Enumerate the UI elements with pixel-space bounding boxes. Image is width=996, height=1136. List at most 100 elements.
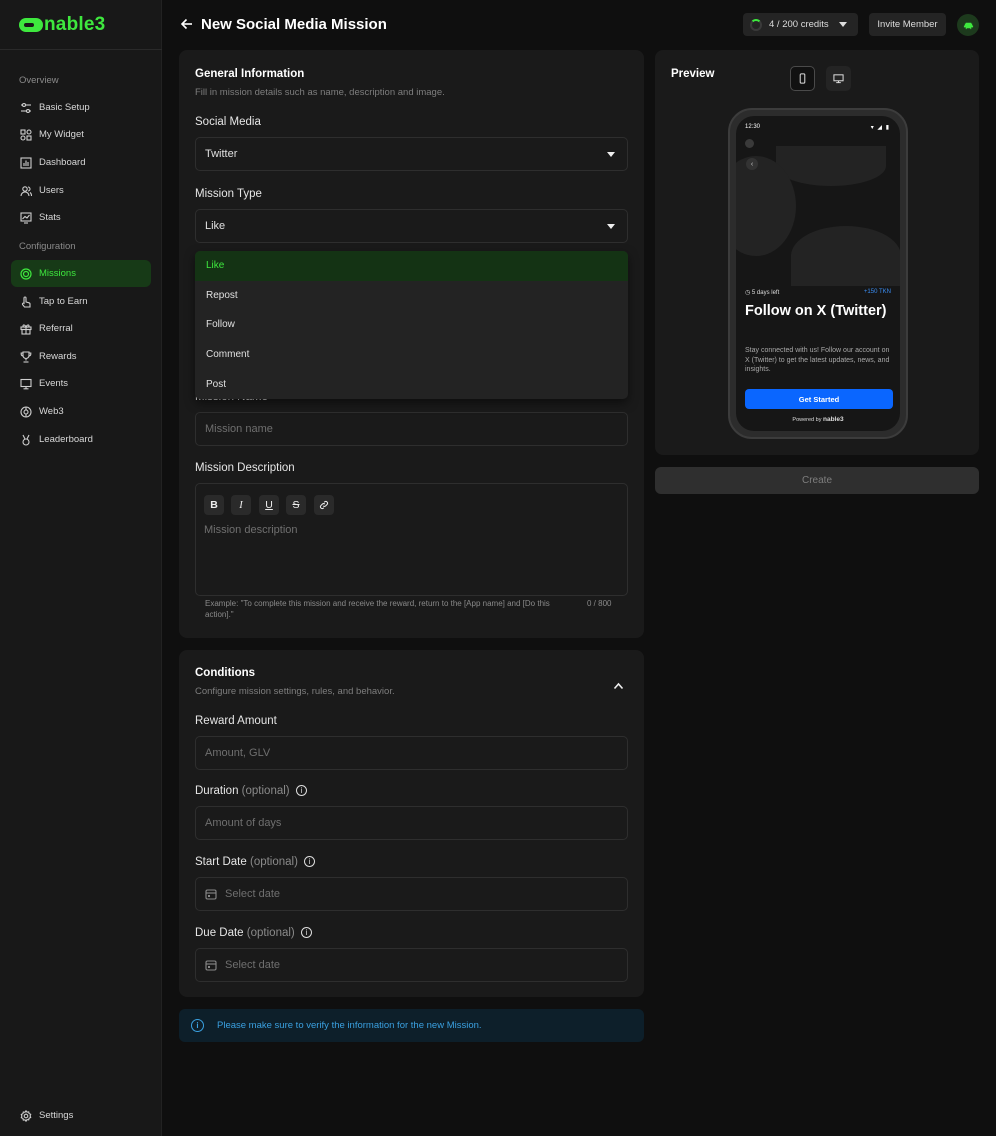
credits-dropdown[interactable]: 4 / 200 credits bbox=[743, 13, 858, 36]
chevron-up-icon[interactable] bbox=[613, 677, 624, 690]
general-information-subtitle: Fill in mission details such as name, de… bbox=[195, 87, 445, 98]
strikethrough-button[interactable]: S bbox=[286, 495, 306, 515]
mission-type-select[interactable]: Like bbox=[195, 209, 628, 243]
sidebar-item-label: Rewards bbox=[39, 351, 77, 362]
gear-icon bbox=[20, 1109, 32, 1122]
sidebar-item-missions[interactable]: Missions bbox=[11, 260, 151, 287]
optional-label: (optional) bbox=[246, 927, 295, 939]
social-media-select[interactable]: Twitter bbox=[195, 137, 628, 171]
sidebar-item-web3[interactable]: Web3 bbox=[11, 398, 151, 425]
page-title: New Social Media Mission bbox=[201, 16, 387, 33]
sidebar-item-my-widget[interactable]: My Widget bbox=[11, 121, 151, 148]
sidebar-item-leaderboard[interactable]: Leaderboard bbox=[11, 426, 151, 453]
reward-amount-label: Reward Amount bbox=[195, 715, 277, 727]
reward-amount-input[interactable]: Amount, GLV bbox=[195, 736, 628, 770]
invite-member-button[interactable]: Invite Member bbox=[869, 13, 946, 36]
sidebar-item-label: My Widget bbox=[39, 129, 84, 140]
conditions-title: Conditions bbox=[195, 667, 256, 679]
phone-mockup: 12:30 ▾ ◢ ▮ ‹ ◷ 5 days left +150 TKN Fol… bbox=[728, 108, 908, 439]
social-media-label: Social Media bbox=[195, 116, 261, 128]
duration-label-text: Duration bbox=[195, 785, 239, 797]
users-icon bbox=[20, 185, 32, 197]
duration-input[interactable]: Amount of days bbox=[195, 806, 628, 840]
phone-screen: 12:30 ▾ ◢ ▮ ‹ ◷ 5 days left +150 TKN Fol… bbox=[736, 116, 900, 431]
general-information-title: General Information bbox=[195, 68, 305, 80]
due-date-placeholder: Select date bbox=[225, 959, 281, 971]
sliders-icon bbox=[20, 102, 32, 114]
section-label-configuration: Configuration bbox=[19, 241, 76, 252]
mission-name-input[interactable]: Mission name bbox=[195, 412, 628, 446]
gift-icon bbox=[20, 323, 32, 335]
info-circle-icon: i bbox=[191, 1019, 204, 1032]
logo[interactable]: nable3 bbox=[19, 14, 105, 36]
start-date-label: Start Date (optional) i bbox=[195, 856, 316, 868]
credits-label: 4 / 200 credits bbox=[769, 19, 829, 30]
phone-reward: +150 TKN bbox=[863, 289, 891, 295]
phone-get-started-button: Get Started bbox=[745, 389, 893, 409]
dropdown-option-post[interactable]: Post bbox=[195, 369, 628, 399]
due-date-label: Due Date (optional) i bbox=[195, 927, 312, 939]
verify-notice: i Please make sure to verify the informa… bbox=[179, 1009, 644, 1042]
sidebar-item-referral[interactable]: Referral bbox=[11, 315, 151, 342]
sidebar-item-label: Web3 bbox=[39, 406, 64, 417]
notice-text: Please make sure to verify the informati… bbox=[217, 1020, 482, 1031]
mobile-view-button[interactable] bbox=[790, 66, 815, 91]
logo-text: nable3 bbox=[44, 14, 106, 35]
sidebar-item-stats[interactable]: Stats bbox=[11, 204, 151, 231]
sidebar-item-users[interactable]: Users bbox=[11, 177, 151, 204]
phone-time: 12:30 bbox=[745, 124, 761, 130]
start-date-label-text: Start Date bbox=[195, 856, 247, 868]
sidebar-item-events[interactable]: Events bbox=[11, 370, 151, 397]
dropdown-option-repost[interactable]: Repost bbox=[195, 281, 628, 311]
sidebar-item-tap-to-earn[interactable]: Tap to Earn bbox=[11, 288, 151, 315]
powered-by-brand: nable3 bbox=[822, 416, 844, 423]
sidebar-item-rewards[interactable]: Rewards bbox=[11, 343, 151, 370]
phone-powered-by: Powered by nable3 bbox=[736, 416, 900, 423]
avatar-icon bbox=[963, 22, 973, 29]
mission-description-editor[interactable]: B I U S Mission description bbox=[195, 483, 628, 596]
info-icon[interactable]: i bbox=[304, 856, 316, 867]
sidebar-item-label: Leaderboard bbox=[39, 434, 93, 445]
caret-down-icon bbox=[838, 22, 847, 27]
mission-type-label: Mission Type bbox=[195, 188, 262, 200]
sidebar-item-label: Missions bbox=[39, 268, 76, 279]
sidebar-item-label: Referral bbox=[39, 323, 73, 334]
mission-type-dropdown: Like Repost Follow Comment Post bbox=[195, 251, 628, 399]
sidebar-item-basic-setup[interactable]: Basic Setup bbox=[11, 94, 151, 121]
mission-description-label: Mission Description bbox=[195, 462, 295, 474]
mission-name-placeholder: Mission name bbox=[205, 423, 273, 435]
start-date-input[interactable]: Select date bbox=[195, 877, 628, 911]
bold-button[interactable]: B bbox=[204, 495, 224, 515]
info-icon[interactable]: i bbox=[300, 927, 312, 938]
sidebar-item-dashboard[interactable]: Dashboard bbox=[11, 149, 151, 176]
reward-amount-placeholder: Amount, GLV bbox=[205, 747, 271, 759]
medal-icon bbox=[20, 434, 32, 446]
stats-icon bbox=[20, 211, 32, 224]
monitor-icon bbox=[20, 378, 32, 390]
back-arrow-icon[interactable] bbox=[180, 17, 194, 31]
mission-type-value: Like bbox=[205, 220, 226, 232]
italic-button[interactable]: I bbox=[231, 495, 251, 515]
dropdown-option-follow[interactable]: Follow bbox=[195, 310, 628, 340]
widget-icon bbox=[20, 128, 32, 141]
due-date-input[interactable]: Select date bbox=[195, 948, 628, 982]
dropdown-option-like[interactable]: Like bbox=[195, 251, 628, 281]
sidebar-item-label: Stats bbox=[39, 212, 61, 223]
web3-icon bbox=[20, 405, 32, 418]
sidebar-item-label: Dashboard bbox=[39, 157, 86, 168]
tap-icon bbox=[20, 295, 32, 308]
link-button[interactable] bbox=[314, 495, 334, 515]
dropdown-option-comment[interactable]: Comment bbox=[195, 340, 628, 370]
trophy-icon bbox=[20, 350, 32, 363]
optional-label: (optional) bbox=[249, 856, 298, 868]
sidebar-item-settings[interactable]: Settings bbox=[11, 1102, 151, 1129]
avatar[interactable] bbox=[957, 14, 979, 36]
create-button[interactable]: Create bbox=[655, 467, 979, 494]
info-icon[interactable]: i bbox=[295, 785, 307, 796]
phone-mission-description: Stay connected with us! Follow our accou… bbox=[745, 347, 890, 373]
conditions-subtitle: Configure mission settings, rules, and b… bbox=[195, 686, 395, 697]
phone-hero-shape bbox=[776, 146, 886, 186]
bar-chart-icon bbox=[20, 156, 32, 169]
desktop-view-button[interactable] bbox=[826, 66, 851, 91]
underline-button[interactable]: U bbox=[259, 495, 279, 515]
